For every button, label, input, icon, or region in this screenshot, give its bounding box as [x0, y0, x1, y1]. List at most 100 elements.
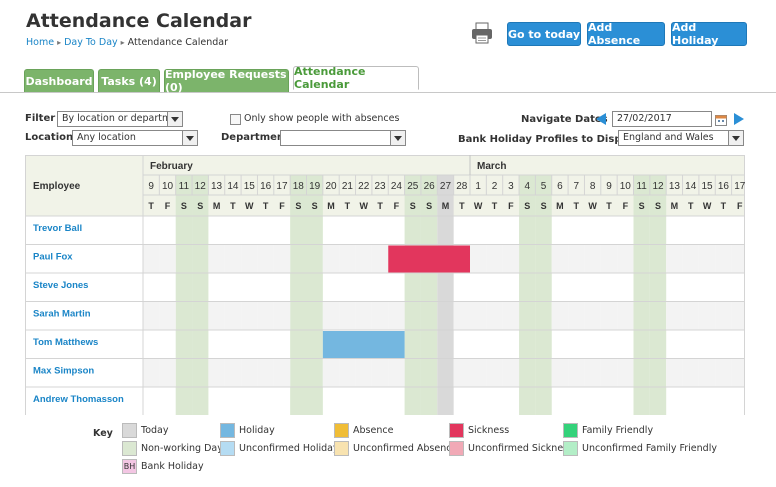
weekend-column [290, 175, 307, 415]
add-holiday-button[interactable]: Add Holiday [671, 21, 747, 47]
weekday-letter: T [230, 201, 236, 211]
absences-only-checkbox[interactable] [230, 114, 241, 125]
day-number: 20 [325, 181, 337, 192]
employee-name-link[interactable]: Tom Matthews [33, 337, 98, 348]
day-number: 8 [590, 181, 596, 192]
weekday-letter: T [345, 201, 351, 211]
row-shade [502, 301, 520, 330]
day-number: 14 [685, 181, 697, 192]
day-number: 10 [162, 181, 174, 192]
weekend-column [404, 175, 421, 415]
breadcrumb-day-to-day[interactable]: Day To Day [64, 37, 118, 48]
employee-name-link[interactable]: Paul Fox [33, 252, 73, 263]
weekday-letter: T [148, 201, 154, 211]
row-shade [470, 244, 487, 273]
bank-holiday-select[interactable]: England and Wales [618, 130, 744, 146]
tab-dashboard[interactable]: Dashboard [24, 69, 94, 92]
row-shade [241, 301, 258, 330]
row-shade [208, 358, 225, 387]
key-label: Unconfirmed Absence [353, 443, 458, 454]
filter-select-value: By location or departme [62, 113, 178, 124]
breadcrumb-separator-icon: ▸ [120, 38, 125, 47]
day-number: 18 [293, 181, 305, 192]
weekend-column [420, 175, 438, 415]
weekend-column [649, 175, 667, 415]
weekday-letter: S [410, 201, 416, 211]
row-shade [731, 301, 745, 330]
weekday-letter: T [574, 201, 580, 211]
row-shade [486, 301, 503, 330]
calendar-icon[interactable] [715, 114, 727, 126]
day-number: 21 [342, 181, 354, 192]
attendance-grid: EmployeeFebruary March9T10F11S12S13M14T15… [25, 155, 745, 415]
tab-attendance-calendar[interactable]: Attendance Calendar [293, 65, 419, 91]
weekday-letter: F [279, 201, 285, 211]
day-number: 27 [440, 181, 452, 192]
weekday-letter: F [394, 201, 400, 211]
weekday-letter: T [459, 201, 465, 211]
location-select[interactable]: Any location [72, 130, 198, 146]
key-label: Unconfirmed Family Friendly [582, 443, 717, 454]
breadcrumb-home[interactable]: Home [26, 37, 54, 48]
key-swatch [220, 423, 235, 438]
row-shade [502, 244, 520, 273]
row-shade [241, 358, 258, 387]
weekday-letter: M [213, 201, 221, 211]
tab-tasks[interactable]: Tasks (4) [98, 69, 160, 92]
key-label: Absence [353, 425, 394, 436]
breadcrumb: Home ▸ Day To Day ▸ Attendance Calendar [26, 37, 228, 48]
row-shade [355, 358, 372, 387]
row-shade [388, 301, 405, 330]
row-shade [257, 358, 274, 387]
row-shade [682, 358, 699, 387]
tab-employee-requests[interactable]: Employee Requests (0) [164, 68, 289, 94]
employee-name-link[interactable]: Sarah Martin [33, 309, 91, 320]
key-swatch [334, 441, 349, 456]
row-shade [600, 244, 618, 273]
filter-label: Filter [25, 113, 56, 124]
chevron-down-icon [390, 131, 405, 145]
weekend-column [175, 175, 193, 415]
weekday-letter: S [541, 201, 547, 211]
go-to-today-button[interactable]: Go to today [507, 22, 581, 46]
date-input[interactable]: 27/02/2017 [612, 111, 712, 127]
day-number: 24 [391, 181, 403, 192]
next-arrow-icon[interactable] [734, 113, 744, 125]
row-shade [371, 301, 389, 330]
weekday-letter: F [737, 201, 743, 211]
row-shade [568, 301, 585, 330]
row-shade [371, 244, 389, 273]
employee-name-link[interactable]: Steve Jones [33, 280, 88, 291]
row-shade [339, 358, 356, 387]
row-shade [208, 301, 225, 330]
weekday-letter: S [197, 201, 203, 211]
weekend-column [192, 175, 209, 415]
day-number: 7 [573, 181, 579, 192]
row-shade [502, 358, 520, 387]
weekday-letter: T [492, 201, 498, 211]
row-shade [273, 301, 291, 330]
row-shade [159, 301, 176, 330]
weekday-letter: T [377, 201, 383, 211]
row-shade [470, 358, 487, 387]
printer-icon[interactable] [471, 22, 493, 44]
day-number: 3 [508, 181, 514, 192]
filter-select[interactable]: By location or departme [57, 111, 183, 127]
key-label: Unconfirmed Sickness [468, 443, 574, 454]
row-shade [666, 301, 683, 330]
department-select[interactable] [280, 130, 406, 146]
add-absence-button[interactable]: Add Absence [587, 21, 665, 47]
day-number: 15 [702, 181, 714, 192]
day-number: 12 [652, 181, 664, 192]
row-shade [666, 358, 683, 387]
row-shade [584, 244, 601, 273]
weekday-letter: S [655, 201, 661, 211]
key-swatch: BH [122, 459, 137, 474]
employee-name-link[interactable]: Andrew Thomasson [33, 394, 124, 405]
employee-name-link[interactable]: Max Simpson [33, 366, 94, 377]
previous-arrow-icon[interactable] [596, 113, 606, 125]
weekend-column [519, 175, 536, 415]
key-swatch [122, 423, 137, 438]
employee-name-link[interactable]: Trevor Ball [33, 223, 82, 234]
department-label: Department [221, 132, 289, 143]
